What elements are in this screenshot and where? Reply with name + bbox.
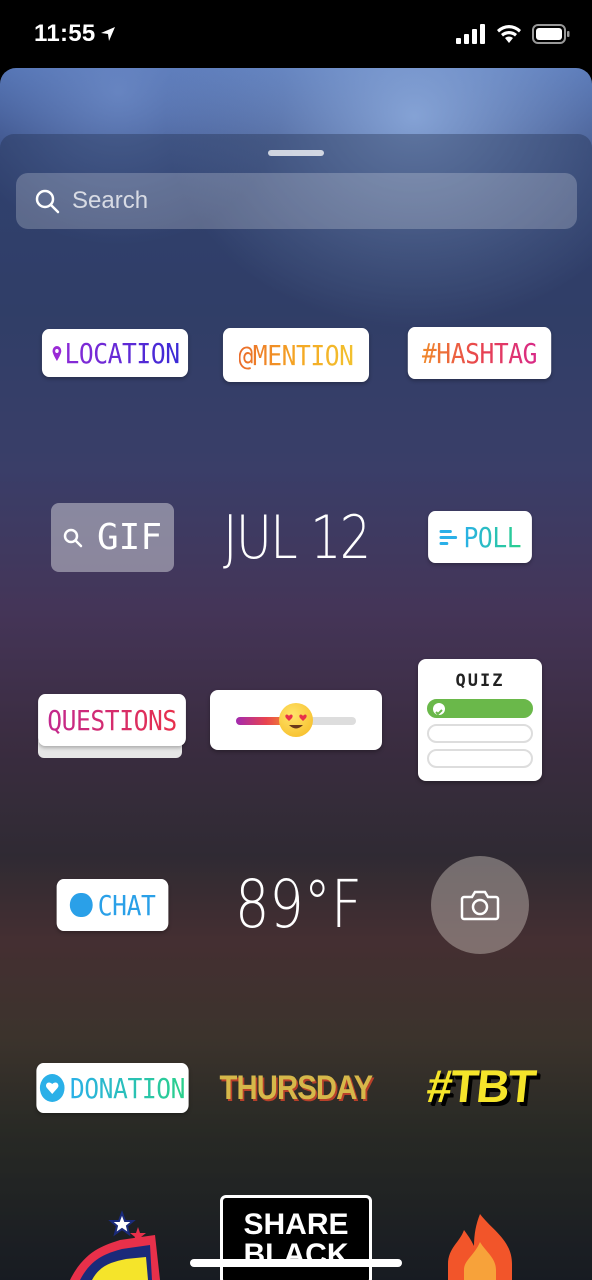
sheet-grabber-handle[interactable] [268, 150, 324, 156]
donation-heart-icon [39, 1074, 65, 1102]
poll-icon [439, 530, 458, 545]
date-label: JUL 12 [222, 503, 371, 573]
tbt-sticker[interactable]: #TBT [410, 1056, 550, 1116]
mention-sticker[interactable]: @MENTION [222, 328, 370, 382]
search-icon [35, 189, 60, 214]
battery-icon [532, 24, 570, 44]
questions-label: QUESTIONS [47, 703, 177, 737]
heart-eyes-emoji-icon [279, 703, 313, 737]
poll-label: POLL [463, 520, 522, 554]
thursday-label: THURSDAY [219, 1068, 373, 1107]
temperature-sticker[interactable]: 89°F [215, 864, 381, 944]
signal-icon [456, 24, 485, 44]
home-indicator[interactable] [190, 1259, 402, 1267]
gif-label: GIF [96, 517, 163, 558]
donation-sticker[interactable]: DONATION [36, 1063, 189, 1113]
quiz-option [427, 724, 533, 743]
chat-sticker[interactable]: CHAT [56, 879, 169, 931]
fire-icon [448, 1214, 512, 1280]
hashtag-label: #HASHTAG [421, 336, 538, 370]
chat-bubble-icon [69, 893, 93, 917]
quiz-title: QUIZ [455, 671, 505, 691]
flag-stars-icon [70, 1210, 160, 1280]
status-icons [456, 24, 570, 44]
poll-sticker[interactable]: POLL [428, 511, 532, 563]
quiz-option-correct [427, 699, 533, 718]
mention-label: @MENTION [238, 338, 354, 372]
location-sticker[interactable]: LOCATION [41, 329, 189, 377]
hashtag-sticker[interactable]: #HASHTAG [407, 327, 552, 379]
fire-sticker[interactable] [440, 1212, 520, 1280]
donation-label: DONATION [69, 1071, 186, 1105]
share-black-stories-sticker[interactable]: SHARE BLACK [220, 1195, 372, 1280]
camera-sticker-button[interactable] [431, 856, 529, 954]
location-pin-icon [52, 346, 61, 361]
temperature-label: 89°F [234, 865, 362, 943]
status-bar: 11:55 [0, 0, 592, 68]
camera-icon [460, 890, 500, 921]
checkmark-icon [433, 703, 445, 716]
date-sticker[interactable]: JUL 12 [206, 500, 386, 576]
quiz-sticker[interactable]: QUIZ [418, 659, 542, 781]
flag-stars-sticker[interactable] [60, 1205, 170, 1280]
share-black-line-1: SHARE [243, 1208, 349, 1241]
quiz-option [427, 749, 533, 768]
gif-search-icon [63, 528, 83, 547]
location-label: LOCATION [64, 336, 180, 370]
questions-sticker[interactable]: QUESTIONS [38, 694, 186, 746]
search-input[interactable] [72, 187, 552, 215]
search-bar[interactable] [16, 173, 577, 229]
location-arrow-icon [101, 27, 115, 41]
tbt-label: #TBT [423, 1060, 537, 1112]
wifi-icon [497, 25, 521, 43]
emoji-slider-sticker[interactable] [210, 690, 382, 750]
thursday-sticker[interactable]: THURSDAY [218, 1062, 373, 1114]
status-time: 11:55 [34, 20, 96, 47]
chat-label: CHAT [97, 888, 156, 922]
gif-sticker[interactable]: GIF [51, 503, 174, 572]
